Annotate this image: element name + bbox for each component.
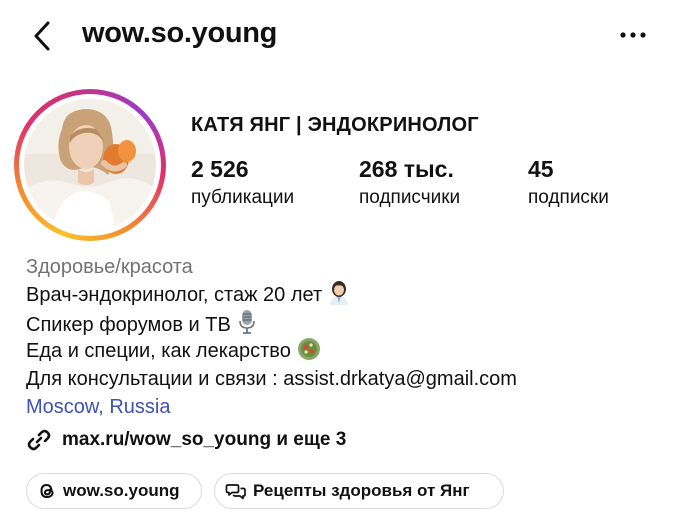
more-horizontal-icon [620,32,646,38]
threads-icon [40,483,54,499]
profile-bio: Здоровье/красота Врач-эндокринолог, стаж… [26,253,517,421]
stat-following-count: 45 [528,156,554,182]
stat-followers-label: подписчики [359,187,461,208]
channel-chip[interactable]: Рецепты здоровья от Янг [214,473,504,509]
chevron-left-icon [34,21,50,51]
more-options-button[interactable] [616,20,652,50]
threads-chip-label: wow.so.young [63,481,180,500]
avatar-story-ring[interactable] [14,89,166,241]
external-links-label: max.ru/wow_so_young и еще 3 [62,429,347,450]
channel-chip-label: Рецепты здоровья от Янг [253,481,470,500]
stat-posts-label: публикации [191,187,295,208]
bio-line: Спикер форумов и ТВ [26,309,517,337]
stat-following[interactable]: 45 подписки [528,156,609,209]
stat-followers-count: 268 тыс. [359,156,454,182]
external-links[interactable]: max.ru/wow_so_young и еще 3 [26,426,346,454]
bio-line: Врач-эндокринолог, стаж 20 лет [26,281,517,309]
bio-line: Еда и специи, как лекарство [26,337,517,365]
chat-bubbles-icon [225,484,246,500]
stat-posts[interactable]: 2 526 публикации [191,156,294,209]
avatar-photo [24,99,156,231]
avatar [24,99,156,231]
profile-location[interactable]: Moscow, Russia [26,393,517,421]
stat-posts-count: 2 526 [191,156,249,182]
bio-line: Для консультации и связи : assist.drkaty… [26,368,517,390]
profile-full-name: КАТЯ ЯНГ | ЭНДОКРИНОЛОГ [191,114,479,136]
stat-following-label: подписки [528,187,609,208]
link-icon [27,429,51,451]
profile-category: Здоровье/красота [26,256,193,278]
back-button[interactable] [28,16,60,56]
top-bar: wow.so.young [0,0,680,72]
doctor-emoji-icon [328,281,350,313]
threads-chip[interactable]: wow.so.young [26,473,202,509]
stat-followers[interactable]: 268 тыс. подписчики [359,156,460,209]
profile-username: wow.so.young [82,17,278,49]
